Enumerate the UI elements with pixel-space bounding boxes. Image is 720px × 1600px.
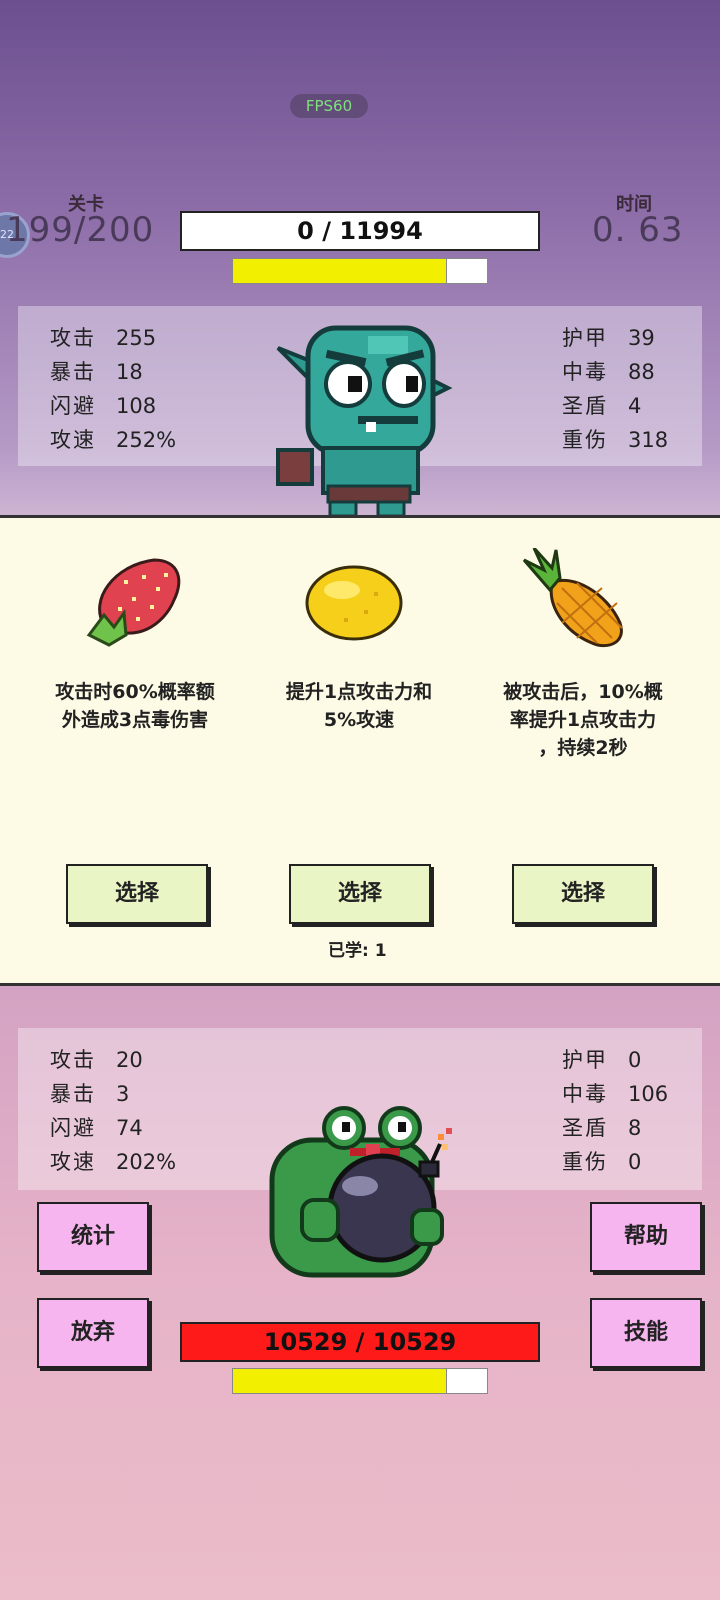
player-stat-dodge: 闪避 74 — [50, 1116, 143, 1140]
enemy-progress-bar — [232, 258, 488, 284]
enemy-stat-dodge: 闪避 108 — [50, 394, 157, 418]
enemy-left-stats: 攻击 255 暴击 18 闪避 108 攻速 252% — [50, 322, 176, 458]
learned-count: 已学: 1 — [328, 941, 387, 961]
time-value: 0. 63 — [592, 210, 684, 250]
card-2-description: 提升1点攻击力和 5%攻速 — [285, 681, 433, 731]
player-stat-armor: 护甲 0 — [562, 1048, 642, 1072]
player-hp-bar: 10529 / 10529 — [180, 1322, 540, 1362]
lemon-icon — [305, 565, 403, 641]
enemy-hp-bar: 0 / 11994 — [180, 211, 540, 251]
enemy-stat-shield: 圣盾 4 — [562, 394, 642, 418]
enemy-stat-armor: 护甲 39 — [562, 326, 655, 350]
player-progress-fill — [233, 1369, 448, 1393]
enemy-right-stats: 护甲 39 中毒 88 圣盾 4 重伤 318 — [562, 322, 668, 458]
enemy-stat-wound: 重伤 318 — [562, 428, 669, 452]
enemy-stat-attack: 攻击 255 — [50, 326, 157, 350]
frog-bomb-sprite — [269, 1106, 452, 1278]
select-button-1[interactable]: 选择 — [66, 864, 208, 924]
enemy-stat-poison: 中毒 88 — [562, 360, 655, 384]
level-value: 199/200 — [6, 210, 155, 250]
player-stat-poison: 中毒 106 — [562, 1082, 669, 1106]
player-stat-attack: 攻击 20 — [50, 1048, 143, 1072]
card-1-description: 攻击时60%概率额 外造成3点毒伤害 — [55, 681, 215, 731]
player-right-stats: 护甲 0 中毒 106 圣盾 8 重伤 0 — [562, 1044, 668, 1180]
player-left-stats: 攻击 20 暴击 3 闪避 74 攻速 202% — [50, 1044, 176, 1180]
give-up-button[interactable]: 放弃 — [37, 1298, 149, 1368]
help-button[interactable]: 帮助 — [590, 1202, 702, 1272]
strawberry-icon — [86, 558, 181, 647]
player-stat-wound: 重伤 0 — [562, 1150, 642, 1174]
player-progress-bar — [232, 1368, 488, 1394]
card-3-description: 被攻击后，10%概 率提升1点攻击力 ，持续2秒 — [503, 681, 663, 759]
select-button-3[interactable]: 选择 — [512, 864, 654, 924]
stats-button[interactable]: 统计 — [37, 1202, 149, 1272]
fps-counter: FPS60 — [290, 94, 368, 118]
select-button-2[interactable]: 选择 — [289, 864, 431, 924]
player-stat-attack-speed: 攻速 202% — [50, 1150, 177, 1174]
enemy-stat-crit: 暴击 18 — [50, 360, 143, 384]
skills-button[interactable]: 技能 — [590, 1298, 702, 1368]
enemy-stat-attack-speed: 攻速 252% — [50, 428, 177, 452]
pineapple-icon — [522, 548, 623, 648]
enemy-progress-fill — [233, 259, 448, 283]
player-stat-crit: 暴击 3 — [50, 1082, 130, 1106]
player-stat-shield: 圣盾 8 — [562, 1116, 642, 1140]
goblin-sprite — [276, 325, 453, 518]
